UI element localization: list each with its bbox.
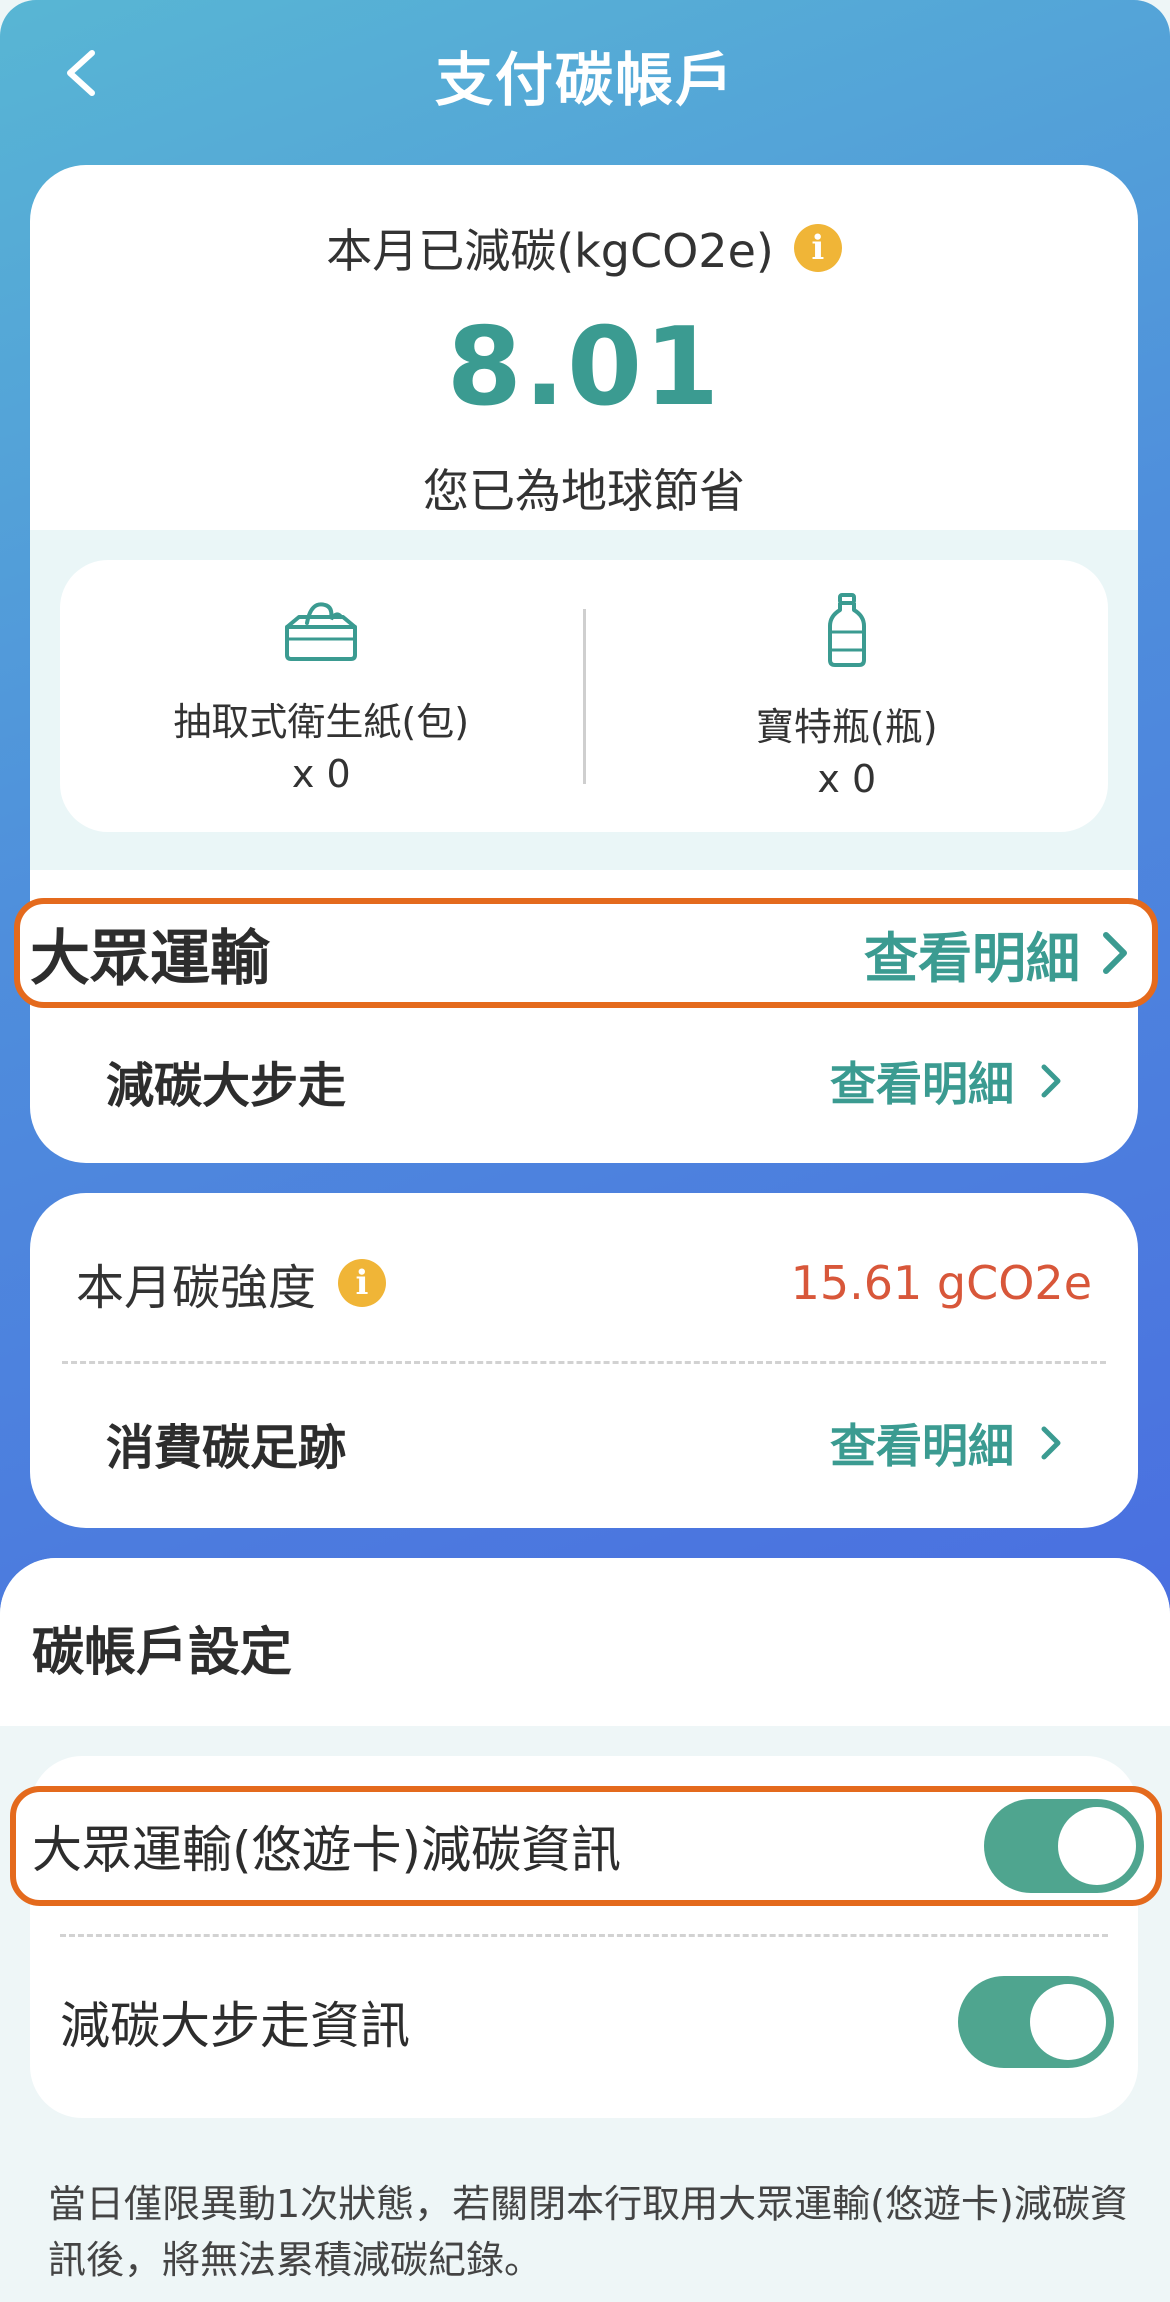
footprint-detail-link[interactable]: 查看明細: [830, 1410, 1062, 1476]
footprint-detail-label: 查看明細: [830, 1419, 1014, 1473]
chevron-right-icon: [1041, 1064, 1061, 1098]
savings-item-bottle: 寶特瓶(瓶) x 0: [586, 592, 1109, 801]
settings-note: 當日僅限異動1次狀態，若關閉本行取用大眾運輸(悠遊卡)減碳資訊後，將無法累積減碳…: [48, 2182, 1128, 2282]
savings-item-tissue: 抽取式衛生紙(包) x 0: [60, 597, 583, 796]
transit-detail-link[interactable]: 查看明細: [864, 914, 1130, 993]
app-header: 支付碳帳戶: [0, 0, 1170, 150]
savings-item-count: x 0: [817, 756, 877, 801]
savings-item-count: x 0: [291, 751, 351, 796]
savings-subtitle: 您已為地球節省: [423, 464, 745, 518]
carbon-intensity-card: 本月碳強度 i 15.61 gCO2e 消費碳足跡 查看明細: [30, 1193, 1138, 1528]
toggle-knob: [1058, 1807, 1136, 1885]
monthly-reduction-label-row: 本月已減碳(kgCO2e) i: [30, 215, 1138, 281]
info-icon[interactable]: i: [793, 224, 842, 272]
transit-detail-label: 查看明細: [864, 926, 1080, 990]
settings-title-band: 碳帳戶設定: [0, 1558, 1170, 1726]
walk-toggle-row: 減碳大步走資訊: [60, 1972, 1114, 2072]
intensity-value: 15.61 gCO2e: [790, 1256, 1092, 1310]
transit-row-label: 大眾運輸: [30, 923, 270, 994]
info-icon[interactable]: i: [338, 1259, 387, 1307]
chevron-right-icon: [1041, 1426, 1061, 1460]
savings-box: 抽取式衛生紙(包) x 0 寶特瓶(瓶) x 0: [60, 560, 1108, 832]
transit-row[interactable]: 大眾運輸 查看明細: [14, 898, 1158, 1008]
transit-toggle-label: 大眾運輸(悠遊卡)減碳資訊: [32, 1821, 622, 1879]
settings-title: 碳帳戶設定: [32, 1623, 293, 1683]
walk-row[interactable]: 減碳大步走 查看明細: [106, 1031, 1062, 1131]
back-button[interactable]: [46, 38, 116, 108]
walk-toggle-label: 減碳大步走資訊: [60, 1997, 410, 2055]
transit-toggle[interactable]: [984, 1799, 1144, 1893]
transit-toggle-row: 大眾運輸(悠遊卡)減碳資訊: [10, 1786, 1162, 1906]
carbon-summary-card: 本月已減碳(kgCO2e) i 8.01 您已為地球節省 抽取式衛生紙(包) x…: [30, 165, 1138, 1163]
bottle-icon: [827, 592, 866, 667]
chevron-right-icon: [1103, 932, 1127, 974]
walk-detail-label: 查看明細: [830, 1057, 1014, 1111]
savings-item-name: 寶特瓶(瓶): [755, 704, 938, 749]
savings-item-name: 抽取式衛生紙(包): [173, 699, 470, 744]
intensity-row: 本月碳強度 i 15.61 gCO2e: [76, 1241, 1092, 1325]
savings-band: 抽取式衛生紙(包) x 0 寶特瓶(瓶) x 0: [30, 530, 1138, 870]
divider: [60, 1934, 1108, 1937]
footprint-row[interactable]: 消費碳足跡 查看明細: [106, 1393, 1062, 1493]
intensity-label: 本月碳強度: [76, 1260, 317, 1316]
monthly-reduction-value: 8.01: [446, 305, 722, 430]
divider: [62, 1361, 1106, 1364]
walk-row-label: 減碳大步走: [106, 1058, 347, 1114]
intensity-label-row: 本月碳強度 i: [76, 1248, 387, 1318]
monthly-reduction-label: 本月已減碳(kgCO2e): [326, 224, 774, 278]
tissue-box-icon: [285, 601, 358, 661]
walk-toggle[interactable]: [958, 1976, 1114, 2068]
page-title: 支付碳帳戶: [434, 46, 735, 114]
walk-detail-link[interactable]: 查看明細: [830, 1048, 1062, 1114]
chevron-left-icon: [67, 50, 95, 96]
footprint-row-label: 消費碳足跡: [106, 1420, 347, 1476]
toggle-knob: [1030, 1984, 1106, 2060]
